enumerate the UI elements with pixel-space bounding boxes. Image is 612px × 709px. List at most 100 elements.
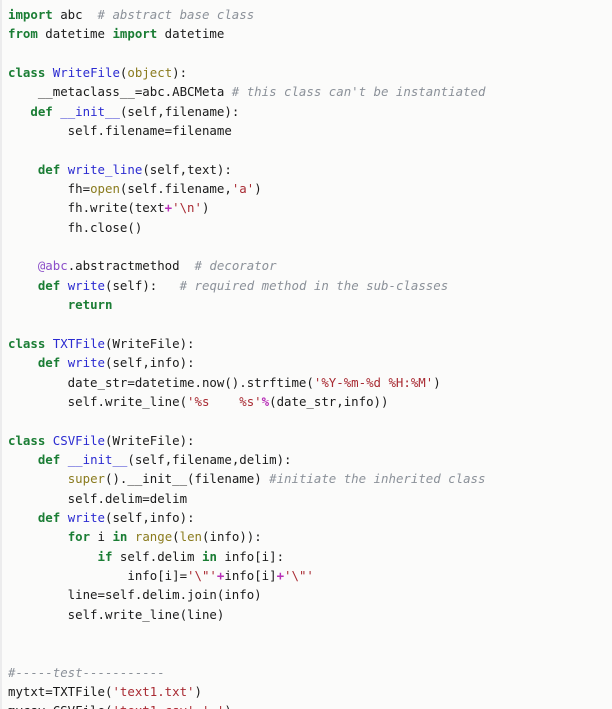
code-token-pl: (WriteFile): <box>105 335 195 351</box>
code-token-pl: (date_str,info)) <box>269 393 389 409</box>
code-token-pl: i <box>90 529 113 545</box>
code-token-pl: (self,info): <box>105 509 195 525</box>
code-token-dec: @abc <box>37 258 68 274</box>
code-line: self.write_line('%s %s'%(date_str,info)) <box>8 392 612 411</box>
code-line: __metaclass__=abc.ABCMeta # this class c… <box>8 82 612 101</box>
code-line: class CSVFile(WriteFile): <box>8 431 612 450</box>
code-token-kw: class <box>8 432 46 448</box>
code-token-pl: (self.filename, <box>119 181 232 197</box>
code-token-bif: len <box>179 529 203 545</box>
code-token-cls: write <box>67 509 106 525</box>
code-line: def write(self,info): <box>8 353 612 372</box>
code-token-cls: write_line <box>67 161 143 177</box>
code-token-cmt: # decorator <box>194 258 277 274</box>
code-line: def __init__(self,filename,delim): <box>8 450 612 469</box>
code-token-str: ',' <box>202 703 224 709</box>
code-token-kw: class <box>8 65 46 81</box>
code-token-kw: in <box>112 529 128 545</box>
code-line: self.delim=delim <box>8 489 612 508</box>
code-token-pl: datetime <box>37 26 113 42</box>
code-line: mytxt=TXTFile('text1.txt') <box>8 682 612 701</box>
code-token-pl: (self,info): <box>105 355 195 371</box>
code-token-pl: self.filename=filename <box>8 123 232 139</box>
code-token-pl: datetime <box>157 26 225 42</box>
code-token-bif: range <box>134 529 173 545</box>
code-token-op: + <box>164 200 173 216</box>
code-token-kw: def <box>37 277 61 293</box>
code-token-cls: WriteFile <box>52 65 120 81</box>
code-token-pl: (info)): <box>202 529 262 545</box>
code-token-str: '\n' <box>172 200 202 216</box>
code-token-pl: self.write_line( <box>8 393 188 409</box>
code-token-cmt: # required method in the sub-classes <box>179 277 449 293</box>
code-token-kw: from <box>8 26 38 42</box>
code-token-kw: for <box>67 529 91 545</box>
code-token-pl: .abstractmethod <box>67 258 195 274</box>
code-token-pl: date_str=datetime.now().strftime( <box>8 374 314 390</box>
code-token-pl: self.delim=delim <box>8 490 188 506</box>
code-token-cmt: #-----test----------- <box>8 664 165 680</box>
code-token-pl: , <box>195 703 202 709</box>
code-token-pl: ) <box>224 703 231 709</box>
code-token-pl: (WriteFile): <box>105 432 195 448</box>
code-token-pl: ) <box>433 374 441 390</box>
code-token-str: 'text1.txt' <box>112 684 195 700</box>
code-token-pl: (self,text): <box>142 161 232 177</box>
code-line: fh.write(text+'\n') <box>8 198 612 217</box>
code-token-pl: (self): <box>105 277 180 293</box>
code-token-kw: if <box>97 548 113 564</box>
code-token-kw: def <box>30 103 53 119</box>
code-line: class TXTFile(WriteFile): <box>8 334 612 353</box>
code-token-bif: open <box>90 181 120 197</box>
code-token-cls: __init__ <box>60 103 120 119</box>
code-token-kw: class <box>8 335 46 351</box>
code-line: date_str=datetime.now().strftime('%Y-%m-… <box>8 373 612 392</box>
code-token-pl: info[i]: <box>216 548 285 564</box>
code-token-cls: __init__ <box>67 451 128 467</box>
code-token-cls: CSVFile <box>52 432 105 448</box>
code-token-pl: ) <box>194 684 202 700</box>
code-token-pl: (self,filename,delim): <box>127 451 292 467</box>
code-token-cls: write <box>67 277 106 293</box>
code-line: info[i]='\"'+info[i]+'\"' <box>8 566 612 585</box>
code-token-op: % <box>261 393 270 409</box>
code-token-bif: super <box>67 471 105 487</box>
code-line: for i in range(len(info)): <box>8 527 612 546</box>
code-token-kw: def <box>37 509 61 525</box>
code-token-str: '%Y-%m-%d %H:%M' <box>313 374 434 390</box>
code-token-str: 'text1.csv' <box>112 703 194 709</box>
code-line: from datetime import datetime <box>8 24 612 43</box>
code-line: #-----test----------- <box>8 663 612 682</box>
source-code-block[interactable]: import abc # abstract base class from dat… <box>2 0 612 709</box>
code-line: self.filename=filename <box>8 121 612 140</box>
code-token-pl: line=self.delim.join(info) <box>8 587 262 603</box>
code-line: mycsv=CSVFile('text1.csv',',') <box>8 701 612 709</box>
code-token-pl: info[i] <box>224 567 277 583</box>
code-line: def __init__(self,filename): <box>8 102 612 121</box>
code-token-kw: def <box>37 355 61 371</box>
code-token-pl: fh= <box>8 181 91 197</box>
code-token-kw: import <box>8 7 53 22</box>
code-token-pl: (self,filename): <box>119 103 240 119</box>
code-token-cls: write <box>67 355 106 371</box>
code-token-pl: self.delim <box>112 548 202 564</box>
